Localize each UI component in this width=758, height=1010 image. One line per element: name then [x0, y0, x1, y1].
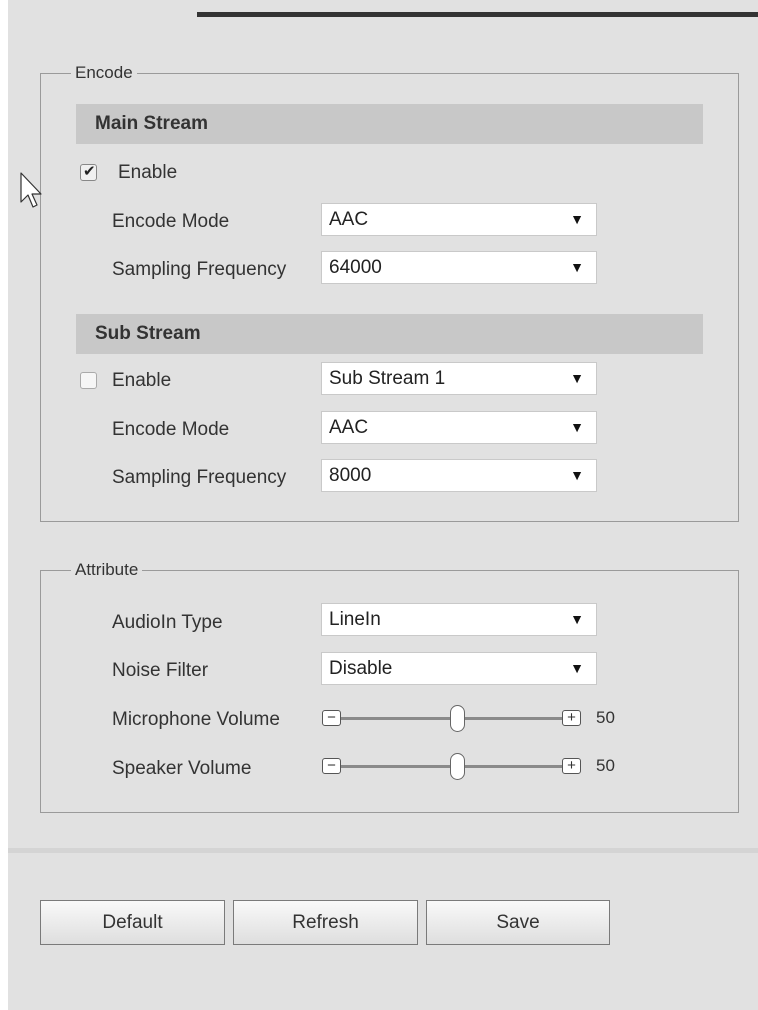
- main-stream-header: Main Stream: [76, 104, 703, 144]
- sub-encode-mode-value: AAC: [329, 417, 369, 438]
- top-bar: [197, 12, 758, 17]
- speaker-volume-thumb[interactable]: [450, 753, 465, 780]
- dropdown-arrow-icon: ▼: [570, 660, 584, 676]
- sub-stream-enable-checkbox[interactable]: [80, 372, 97, 389]
- mic-volume-thumb[interactable]: [450, 705, 465, 732]
- mic-volume-plus-button[interactable]: +: [562, 710, 581, 726]
- dropdown-arrow-icon: ▼: [570, 211, 584, 227]
- main-stream-enable-checkbox[interactable]: ✔: [80, 163, 97, 181]
- sub-encode-mode-label: Encode Mode: [112, 419, 230, 440]
- mic-volume-value: 50: [596, 708, 615, 727]
- mic-volume-minus-button[interactable]: −: [322, 710, 341, 726]
- noise-filter-select[interactable]: Disable ▼: [321, 652, 597, 685]
- speaker-volume-plus-button[interactable]: +: [562, 758, 581, 774]
- main-sampling-label: Sampling Frequency: [112, 259, 287, 280]
- noise-filter-label: Noise Filter: [112, 660, 209, 681]
- mic-volume-label: Microphone Volume: [112, 709, 280, 730]
- main-encode-mode-label: Encode Mode: [112, 211, 230, 232]
- dropdown-arrow-icon: ▼: [570, 611, 584, 627]
- sub-stream-select[interactable]: Sub Stream 1 ▼: [321, 362, 597, 395]
- speaker-volume-value: 50: [596, 756, 615, 775]
- sub-sampling-label: Sampling Frequency: [112, 467, 287, 488]
- speaker-volume-minus-button[interactable]: −: [322, 758, 341, 774]
- main-sampling-select[interactable]: 64000 ▼: [321, 251, 597, 284]
- noise-filter-value: Disable: [329, 658, 393, 679]
- sub-encode-mode-select[interactable]: AAC ▼: [321, 411, 597, 444]
- audioin-type-select[interactable]: LineIn ▼: [321, 603, 597, 636]
- mouse-cursor-icon: [20, 172, 42, 208]
- dropdown-arrow-icon: ▼: [570, 259, 584, 275]
- sub-sampling-value: 8000: [329, 465, 372, 486]
- attribute-legend: Attribute: [75, 560, 139, 579]
- main-encode-mode-value: AAC: [329, 209, 369, 230]
- sub-stream-enable-label: Enable: [112, 370, 172, 391]
- refresh-button[interactable]: Refresh: [233, 900, 418, 945]
- dropdown-arrow-icon: ▼: [570, 467, 584, 483]
- dropdown-arrow-icon: ▼: [570, 419, 584, 435]
- dropdown-arrow-icon: ▼: [570, 370, 584, 386]
- main-sampling-value: 64000: [329, 257, 382, 278]
- sub-sampling-select[interactable]: 8000 ▼: [321, 459, 597, 492]
- main-encode-mode-select[interactable]: AAC ▼: [321, 203, 597, 236]
- save-button[interactable]: Save: [426, 900, 610, 945]
- default-button[interactable]: Default: [40, 900, 225, 945]
- speaker-volume-label: Speaker Volume: [112, 758, 252, 779]
- main-stream-enable-label: Enable: [118, 162, 178, 183]
- audioin-type-label: AudioIn Type: [112, 612, 223, 633]
- sub-stream-value: Sub Stream 1: [329, 368, 446, 389]
- checkmark-icon: ✔: [83, 163, 96, 180]
- audioin-type-value: LineIn: [329, 609, 381, 630]
- encode-legend: Encode: [75, 63, 133, 82]
- section-divider: [8, 848, 758, 853]
- sub-stream-header: Sub Stream: [76, 314, 703, 354]
